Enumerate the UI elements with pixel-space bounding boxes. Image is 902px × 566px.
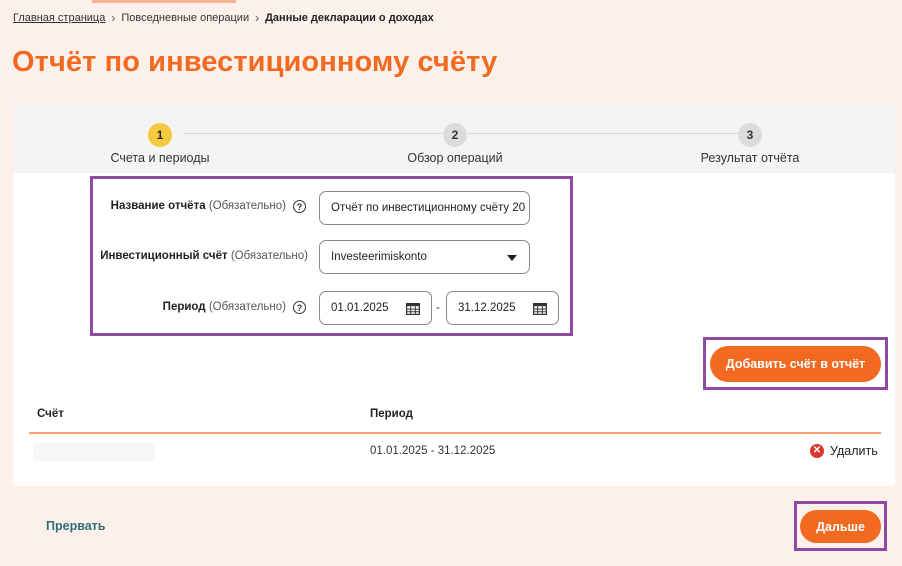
breadcrumb: Главная страница › Повседневные операции…: [13, 11, 434, 25]
stepper-connector: [184, 133, 442, 134]
delete-label: Удалить: [830, 444, 878, 458]
stepper: 1 Счета и периоды 2 Обзор операций 3 Рез…: [13, 103, 895, 173]
cancel-link[interactable]: Прервать: [46, 519, 106, 533]
step-2-indicator: 2: [443, 123, 467, 147]
close-circle-icon: ✕: [810, 444, 824, 458]
chevron-right-icon: ›: [255, 11, 260, 25]
table-row-period: 01.01.2025 - 31.12.2025: [370, 445, 496, 457]
delete-row-button[interactable]: ✕ Удалить: [810, 444, 878, 458]
table-header-divider: [29, 432, 881, 434]
chevron-right-icon: ›: [111, 11, 116, 25]
form-highlight-frame: [90, 176, 573, 336]
step-1-indicator: 1: [148, 123, 172, 147]
masked-account-name: [33, 443, 155, 461]
breadcrumb-home-link[interactable]: Главная страница: [13, 12, 105, 24]
add-button-highlight-frame: [703, 337, 888, 390]
step-3-indicator: 3: [738, 123, 762, 147]
step-2-label: Обзор операций: [407, 151, 503, 165]
top-accent-bar: [92, 0, 236, 3]
column-header-period: Период: [370, 408, 413, 420]
step-1-label: Счета и периоды: [110, 151, 210, 165]
breadcrumb-current: Данные декларации о доходах: [265, 12, 434, 24]
column-header-account: Счёт: [37, 408, 64, 420]
page-title: Отчёт по инвестиционному счёту: [12, 46, 498, 78]
next-button-highlight-frame: [794, 501, 887, 551]
step-3-label: Результат отчёта: [700, 151, 800, 165]
stepper-connector: [468, 133, 738, 134]
breadcrumb-section-link[interactable]: Повседневные операции: [121, 12, 249, 24]
